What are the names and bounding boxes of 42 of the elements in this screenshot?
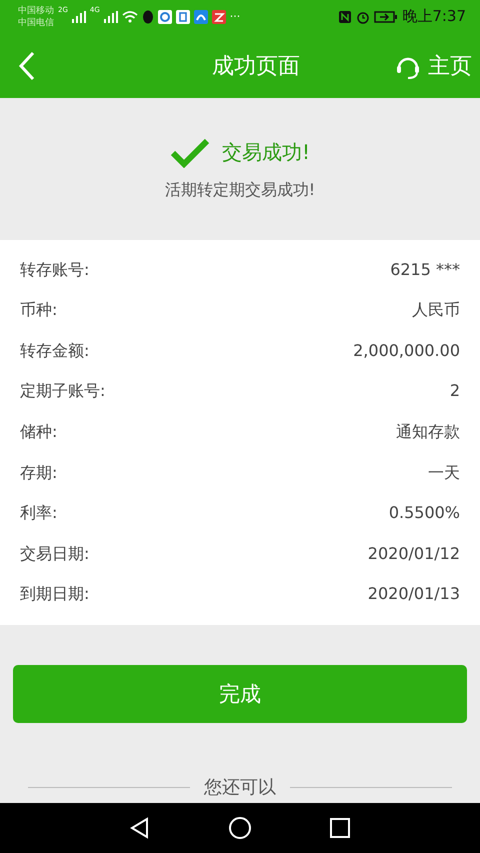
signal-icon [104, 10, 118, 22]
detail-label: 币种: [20, 300, 58, 322]
signal-icon [72, 10, 86, 22]
detail-label: 储种: [20, 422, 58, 443]
detail-label: 转存账号: [20, 260, 90, 281]
home-icon[interactable] [228, 816, 252, 840]
back-icon[interactable] [128, 817, 151, 839]
detail-value: 2 [450, 381, 460, 402]
app-icon [212, 10, 226, 24]
detail-label: 到期日期: [20, 584, 90, 606]
page-title: 成功页面 [211, 52, 301, 80]
detail-label: 转存金额: [20, 340, 90, 362]
checkmark-icon [170, 138, 210, 168]
done-button[interactable]: 完成 [13, 665, 467, 723]
app-icon [194, 10, 208, 24]
success-title: 交易成功! [222, 139, 310, 166]
wifi-icon [122, 10, 138, 22]
recent-apps-icon[interactable] [329, 817, 352, 839]
home-link[interactable]: 主页 [428, 50, 472, 80]
app-icon [176, 10, 190, 24]
section-heading: 您还可以 [204, 776, 276, 799]
clock-time: 晚上7:37 [402, 7, 466, 26]
success-message: 活期转定期交易成功! [164, 180, 316, 200]
detail-value: 人民币 [412, 300, 460, 322]
detail-label: 存期: [20, 462, 58, 484]
carrier-name: 中国电信 [18, 16, 54, 28]
detail-label: 定期子账号: [20, 381, 106, 402]
alarm-icon [356, 10, 370, 24]
battery-icon [374, 10, 398, 22]
detail-value: 通知存款 [396, 422, 460, 443]
detail-value: 2,000,000.00 [353, 340, 460, 362]
detail-label: 交易日期: [20, 544, 90, 565]
detail-value: 6215 *** [390, 260, 460, 281]
more-notifications: ··· [230, 10, 240, 23]
detail-label: 利率: [20, 503, 58, 524]
carrier-name: 中国移动 [18, 4, 54, 16]
detail-value: 0.5500% [388, 503, 460, 524]
detail-value: 2020/01/12 [368, 544, 460, 565]
detail-value: 2020/01/13 [368, 584, 460, 606]
nfc-icon [338, 10, 352, 24]
detail-value: 一天 [428, 462, 460, 484]
app-icon [158, 10, 172, 24]
